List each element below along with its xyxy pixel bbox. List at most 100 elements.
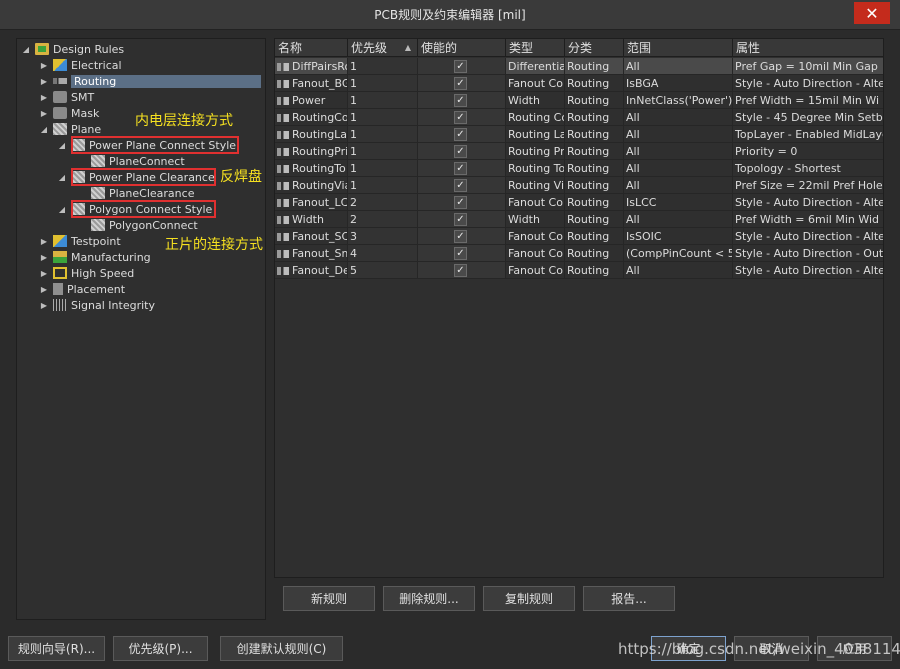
cell-priority: 1 — [348, 75, 418, 92]
plane-rule-icon — [91, 155, 105, 167]
rules-grid: 名称 优先级 ▲ 使能的 类型 分类 范围 属性 DiffPairsRo 1 ✓ Dif… — [274, 38, 884, 578]
cell-name: RoutingLay — [275, 126, 348, 143]
cell-priority: 2 — [348, 211, 418, 228]
col-header-type[interactable]: 类型 — [506, 39, 565, 57]
enabled-checkbox[interactable]: ✓ — [454, 162, 467, 175]
table-row[interactable]: Fanout_Sm 4 ✓ Fanout Co Routing (CompPinCount… — [275, 245, 883, 262]
cell-name: Power — [275, 92, 348, 109]
copy-rule-button[interactable]: 复制规则 — [483, 586, 575, 611]
col-header-attributes[interactable]: 属性 — [733, 39, 883, 57]
routing-rule-icon — [277, 267, 289, 275]
expand-arrow-icon[interactable]: ◢ — [57, 141, 67, 150]
tree-item-polygonconnect[interactable]: PolygonConnect — [91, 217, 198, 233]
table-row[interactable]: Fanout_SC 3 ✓ Fanout Co Routing IsSOIC Style -… — [275, 228, 883, 245]
annotation-positive-plane: 正片的连接方式 — [165, 237, 263, 253]
tree-root-design-rules[interactable]: ◢ Design Rules — [21, 41, 124, 57]
cell-category: Routing — [565, 160, 624, 177]
cell-priority: 1 — [348, 143, 418, 160]
table-row[interactable]: Fanout_BG 1 ✓ Fanout Co Routing IsBGA Style - … — [275, 75, 883, 92]
table-row[interactable]: Power 1 ✓ Width Routing InNetClass('Power') Pr… — [275, 92, 883, 109]
cell-priority: 2 — [348, 194, 418, 211]
col-header-priority[interactable]: 优先级 ▲ — [348, 39, 418, 57]
table-row[interactable]: Fanout_LC 2 ✓ Fanout Co Routing IsLCC Style - … — [275, 194, 883, 211]
routing-rule-icon — [277, 199, 289, 207]
close-button[interactable]: ✕ — [854, 2, 890, 24]
cell-category: Routing — [565, 109, 624, 126]
table-row[interactable]: RoutingPri 1 ✓ Routing Pr Routing All Priority… — [275, 143, 883, 160]
table-row[interactable]: DiffPairsRo 1 ✓ Differentia Routing All Pref G… — [275, 58, 883, 75]
new-rule-button[interactable]: 新规则 — [283, 586, 375, 611]
table-row[interactable]: RoutingCo 1 ✓ Routing Co Routing All Style - 4… — [275, 109, 883, 126]
tree-item-testpoint[interactable]: ▶ Testpoint — [39, 233, 121, 249]
rule-wizard-button[interactable]: 规则向导(R)... — [8, 636, 105, 661]
enabled-checkbox[interactable]: ✓ — [454, 213, 467, 226]
expand-arrow-icon[interactable]: ◢ — [21, 45, 31, 54]
enabled-checkbox[interactable]: ✓ — [454, 247, 467, 260]
expand-arrow-icon[interactable]: ◢ — [57, 205, 67, 214]
report-button[interactable]: 报告... — [583, 586, 675, 611]
enabled-checkbox[interactable]: ✓ — [454, 196, 467, 209]
enabled-checkbox[interactable]: ✓ — [454, 77, 467, 90]
cell-category: Routing — [565, 75, 624, 92]
annotation-inner-layer: 内电层连接方式 — [135, 113, 233, 129]
collapse-arrow-icon[interactable]: ▶ — [39, 253, 49, 262]
tree-item-signal-integrity[interactable]: ▶ Signal Integrity — [39, 297, 155, 313]
enabled-checkbox[interactable]: ✓ — [454, 128, 467, 141]
collapse-arrow-icon[interactable]: ▶ — [39, 77, 49, 86]
table-row[interactable]: Fanout_De 5 ✓ Fanout Co Routing All Style - Au… — [275, 262, 883, 279]
collapse-arrow-icon[interactable]: ▶ — [39, 93, 49, 102]
cell-category: Routing — [565, 177, 624, 194]
col-header-scope[interactable]: 范围 — [624, 39, 733, 57]
priority-button[interactable]: 优先级(P)... — [113, 636, 208, 661]
tree-item-electrical[interactable]: ▶ Electrical — [39, 57, 122, 73]
cell-priority: 4 — [348, 245, 418, 262]
tree-item-smt[interactable]: ▶ SMT — [39, 89, 94, 105]
tree-item-high-speed[interactable]: ▶ High Speed — [39, 265, 134, 281]
collapse-arrow-icon[interactable]: ▶ — [39, 237, 49, 246]
col-header-name[interactable]: 名称 — [275, 39, 348, 57]
tree-item-mask[interactable]: ▶ Mask — [39, 105, 99, 121]
cell-name: Fanout_Sm — [275, 245, 348, 262]
enabled-checkbox[interactable]: ✓ — [454, 60, 467, 73]
table-row[interactable]: Width 2 ✓ Width Routing All Pref Width = 6mil … — [275, 211, 883, 228]
routing-rule-icon — [277, 80, 289, 88]
tree-item-planeconnect[interactable]: PlaneConnect — [91, 153, 185, 169]
tree-item-routing[interactable]: ▶ Routing — [39, 73, 261, 89]
mask-icon — [53, 107, 67, 119]
enabled-checkbox[interactable]: ✓ — [454, 264, 467, 277]
collapse-arrow-icon[interactable]: ▶ — [39, 61, 49, 70]
watermark: https://blog.csdn.net/weixin_40381143 — [618, 640, 900, 658]
cell-enabled: ✓ — [418, 58, 506, 75]
annotation-anti-pad: 反焊盘 — [220, 169, 262, 185]
cell-name: RoutingPri — [275, 143, 348, 160]
table-row[interactable]: RoutingLay 1 ✓ Routing La Routing All TopLayer… — [275, 126, 883, 143]
col-header-category[interactable]: 分类 — [565, 39, 624, 57]
enabled-checkbox[interactable]: ✓ — [454, 111, 467, 124]
tree-item-planeclearance[interactable]: PlaneClearance — [91, 185, 194, 201]
enabled-checkbox[interactable]: ✓ — [454, 179, 467, 192]
cell-scope: IsLCC — [624, 194, 733, 211]
expand-arrow-icon[interactable]: ◢ — [39, 125, 49, 134]
enabled-checkbox[interactable]: ✓ — [454, 145, 467, 158]
window-title: PCB规则及约束编辑器 [mil] — [374, 8, 526, 22]
tree-item-plane[interactable]: ◢ Plane — [39, 121, 101, 137]
tree-item-placement[interactable]: ▶ Placement — [39, 281, 125, 297]
collapse-arrow-icon[interactable]: ▶ — [39, 109, 49, 118]
enabled-checkbox[interactable]: ✓ — [454, 230, 467, 243]
enabled-checkbox[interactable]: ✓ — [454, 94, 467, 107]
table-row[interactable]: RoutingTo 1 ✓ Routing To Routing All Topology … — [275, 160, 883, 177]
col-header-enabled[interactable]: 使能的 — [418, 39, 506, 57]
collapse-arrow-icon[interactable]: ▶ — [39, 285, 49, 294]
collapse-arrow-icon[interactable]: ▶ — [39, 301, 49, 310]
plane-icon — [53, 123, 67, 135]
table-row[interactable]: RoutingVia 1 ✓ Routing Vi Routing All Pref Siz… — [275, 177, 883, 194]
tree-item-manufacturing[interactable]: ▶ Manufacturing — [39, 249, 151, 265]
cell-attributes: Style - Auto Direction - Alte — [733, 262, 883, 279]
create-default-rules-button[interactable]: 创建默认规则(C) — [220, 636, 343, 661]
cell-name: Fanout_SC — [275, 228, 348, 245]
cell-enabled: ✓ — [418, 160, 506, 177]
collapse-arrow-icon[interactable]: ▶ — [39, 269, 49, 278]
cell-attributes: Topology - Shortest — [733, 160, 883, 177]
delete-rule-button[interactable]: 删除规则... — [383, 586, 475, 611]
expand-arrow-icon[interactable]: ◢ — [57, 173, 67, 182]
